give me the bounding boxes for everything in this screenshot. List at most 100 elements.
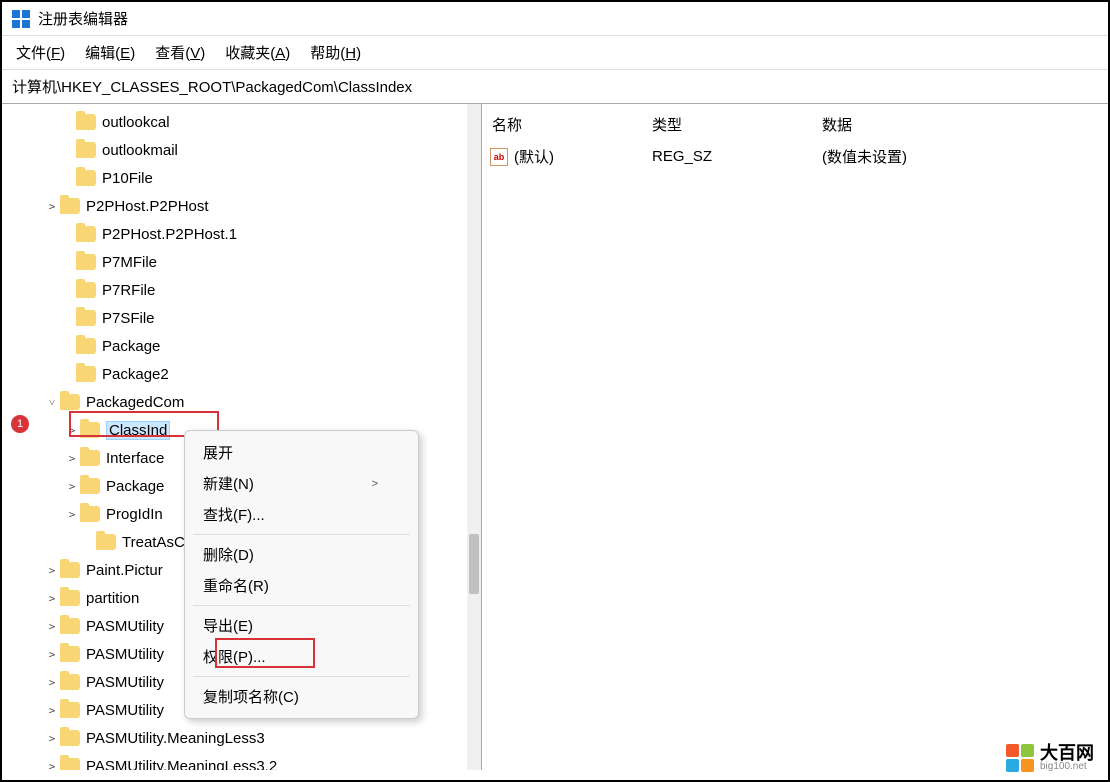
folder-icon bbox=[76, 310, 96, 326]
value-data: (数值未设置) bbox=[822, 146, 1108, 167]
context-menu-label: 展开 bbox=[203, 442, 233, 463]
context-menu-item[interactable]: 重命名(R) bbox=[185, 570, 418, 601]
context-menu-label: 查找(F)... bbox=[203, 504, 265, 525]
tree-item[interactable]: Package bbox=[2, 332, 472, 360]
context-menu-item[interactable]: 权限(P)... bbox=[185, 641, 418, 672]
tree-item-label: Package bbox=[102, 338, 160, 355]
tree-item-label: PackagedCom bbox=[86, 394, 184, 411]
address-bar[interactable]: 计算机\HKEY_CLASSES_ROOT\PackagedCom\ClassI… bbox=[2, 69, 1108, 104]
chevron-right-icon[interactable]: > bbox=[64, 452, 80, 465]
tree-item-label: P7RFile bbox=[102, 282, 155, 299]
context-menu-item[interactable]: 新建(N)> bbox=[185, 468, 418, 499]
context-menu-label: 删除(D) bbox=[203, 544, 254, 565]
tree-item-label: Package bbox=[106, 478, 164, 495]
tree-item-label: P2PHost.P2PHost bbox=[86, 198, 209, 215]
tree-item-label: P7MFile bbox=[102, 254, 157, 271]
tree-scrollbar[interactable] bbox=[467, 104, 481, 770]
menu-file[interactable]: 文件(F) bbox=[16, 42, 65, 63]
col-header-name[interactable]: 名称 bbox=[482, 114, 652, 135]
title-bar: 注册表编辑器 bbox=[2, 2, 1108, 36]
tree-item[interactable]: ˅ PackagedCom bbox=[2, 388, 472, 416]
tree-item-label: partition bbox=[86, 590, 139, 607]
folder-icon bbox=[76, 254, 96, 270]
folder-icon bbox=[60, 198, 80, 214]
tree-item-label: PASMUtility bbox=[86, 674, 164, 691]
tree-item[interactable]: Package2 bbox=[2, 360, 472, 388]
folder-icon bbox=[76, 170, 96, 186]
content-split: outlookcal outlookmail P10File > P2PHost.P2P… bbox=[2, 104, 1108, 770]
tree-item-label: PASMUtility bbox=[86, 702, 164, 719]
tree-item[interactable]: >PASMUtility.MeaningLess3.2 bbox=[2, 752, 472, 770]
window-title: 注册表编辑器 bbox=[38, 8, 128, 29]
tree-item[interactable]: P7SFile bbox=[2, 304, 472, 332]
tree-item[interactable]: P7RFile bbox=[2, 276, 472, 304]
tree-item-label: PASMUtility.MeaningLess3 bbox=[86, 730, 265, 747]
folder-icon bbox=[60, 394, 80, 410]
tree-item-label: P2PHost.P2PHost.1 bbox=[102, 226, 237, 243]
tree-item-label: P10File bbox=[102, 170, 153, 187]
folder-icon bbox=[80, 506, 100, 522]
values-list[interactable]: ab(默认)REG_SZ(数值未设置) bbox=[482, 143, 1108, 170]
menu-help[interactable]: 帮助(H) bbox=[310, 42, 361, 63]
tree-item[interactable]: > PASMUtility.MeaningLess3 bbox=[2, 724, 472, 752]
context-menu-label: 复制项名称(C) bbox=[203, 686, 299, 707]
col-header-type[interactable]: 类型 bbox=[652, 114, 822, 135]
folder-icon bbox=[60, 590, 80, 606]
menu-view[interactable]: 查看(V) bbox=[155, 42, 205, 63]
context-menu-item[interactable]: 查找(F)... bbox=[185, 499, 418, 530]
context-menu-item[interactable]: 展开 bbox=[185, 437, 418, 468]
tree-item[interactable]: P2PHost.P2PHost.1 bbox=[2, 220, 472, 248]
context-menu-item[interactable]: 复制项名称(C) bbox=[185, 681, 418, 712]
chevron-right-icon[interactable]: > bbox=[44, 648, 60, 661]
value-type: REG_SZ bbox=[652, 148, 822, 165]
col-header-data[interactable]: 数据 bbox=[822, 114, 1108, 135]
folder-icon bbox=[76, 282, 96, 298]
chevron-right-icon[interactable]: > bbox=[64, 508, 80, 521]
value-row[interactable]: ab(默认)REG_SZ(数值未设置) bbox=[482, 143, 1108, 170]
chevron-right-icon[interactable]: > bbox=[44, 564, 60, 577]
values-panel: 名称 类型 数据 ab(默认)REG_SZ(数值未设置) bbox=[482, 104, 1108, 770]
chevron-right-icon[interactable]: > bbox=[44, 760, 60, 771]
context-menu-label: 导出(E) bbox=[203, 615, 253, 636]
folder-icon bbox=[76, 226, 96, 242]
submenu-arrow-icon: > bbox=[372, 478, 378, 490]
chevron-right-icon[interactable]: > bbox=[44, 704, 60, 717]
chevron-right-icon[interactable]: > bbox=[44, 592, 60, 605]
folder-icon bbox=[76, 142, 96, 158]
folder-icon bbox=[60, 674, 80, 690]
tree-item[interactable]: > P2PHost.P2PHost bbox=[2, 192, 472, 220]
chevron-right-icon[interactable]: > bbox=[64, 480, 80, 493]
watermark-title: 大百网 bbox=[1040, 744, 1094, 762]
watermark: 大百网 big100.net bbox=[1006, 744, 1094, 772]
chevron-right-icon[interactable]: > bbox=[44, 620, 60, 633]
chevron-down-icon[interactable]: ˅ bbox=[44, 396, 60, 409]
chevron-right-icon[interactable]: > bbox=[44, 732, 60, 745]
chevron-right-icon[interactable]: > bbox=[64, 424, 80, 437]
watermark-logo-icon bbox=[1006, 744, 1034, 772]
context-menu-separator bbox=[193, 605, 410, 606]
context-menu-item[interactable]: 导出(E) bbox=[185, 610, 418, 641]
tree-item[interactable]: P10File bbox=[2, 164, 472, 192]
tree-item[interactable]: P7MFile bbox=[2, 248, 472, 276]
tree-scrollbar-thumb[interactable] bbox=[469, 534, 479, 594]
chevron-right-icon[interactable]: > bbox=[44, 676, 60, 689]
app-icon bbox=[12, 10, 30, 28]
context-menu-item[interactable]: 删除(D) bbox=[185, 539, 418, 570]
folder-icon bbox=[60, 562, 80, 578]
context-menu-separator bbox=[193, 534, 410, 535]
string-value-icon: ab bbox=[490, 148, 508, 166]
tree-item-label: Interface bbox=[106, 450, 164, 467]
folder-icon bbox=[60, 702, 80, 718]
chevron-right-icon[interactable]: > bbox=[44, 200, 60, 213]
folder-icon bbox=[96, 534, 116, 550]
folder-icon bbox=[76, 338, 96, 354]
tree-item[interactable]: outlookcal bbox=[2, 108, 472, 136]
folder-icon bbox=[60, 618, 80, 634]
menu-favorites[interactable]: 收藏夹(A) bbox=[225, 42, 290, 63]
menu-edit[interactable]: 编辑(E) bbox=[85, 42, 135, 63]
tree-item-label: ClassInd bbox=[109, 422, 167, 439]
folder-icon bbox=[60, 730, 80, 746]
tree-item[interactable]: outlookmail bbox=[2, 136, 472, 164]
folder-icon bbox=[76, 114, 96, 130]
tree-item-label: outlookcal bbox=[102, 114, 170, 131]
